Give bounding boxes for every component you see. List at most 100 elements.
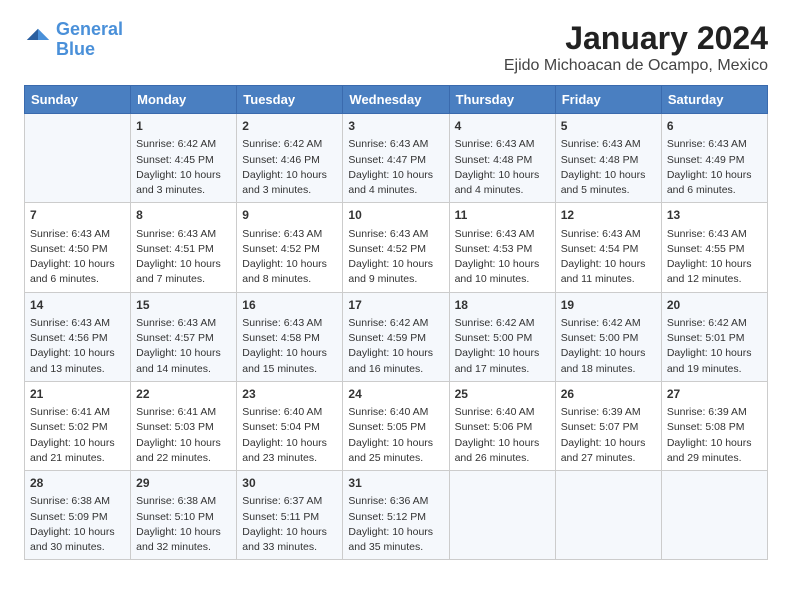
day-cell: 4Sunrise: 6:43 AM Sunset: 4:48 PM Daylig… <box>449 114 555 203</box>
day-number: 19 <box>561 297 656 314</box>
day-number: 25 <box>455 386 550 403</box>
day-cell: 15 Sunrise: 6:43 AM Sunset: 4:57 PM Dayli… <box>131 292 237 381</box>
day-cell: 1Sunrise: 6:42 AM Sunset: 4:45 PM Daylig… <box>131 114 237 203</box>
day-cell: 28 Sunrise: 6:38 AM Sunset: 5:09 PM Dayli… <box>25 471 131 560</box>
day-number: 10 <box>348 207 443 224</box>
day-cell: 14 Sunrise: 6:43 AM Sunset: 4:56 PM Dayli… <box>25 292 131 381</box>
day-cell: 3 Sunrise: 6:43 AM Sunset: 4:47 PM Daylig… <box>343 114 449 203</box>
day-number: 20 <box>667 297 762 314</box>
day-number: 28 <box>30 475 125 492</box>
day-cell: 18 Sunrise: 6:42 AM Sunset: 5:00 PM Dayli… <box>449 292 555 381</box>
day-number: 5 <box>561 118 656 135</box>
day-cell: 16 Sunrise: 6:43 AM Sunset: 4:58 PM Dayli… <box>237 292 343 381</box>
day-info: Sunrise: 6:43 AM Sunset: 4:50 PM Dayligh… <box>30 227 125 288</box>
day-info: Sunrise: 6:37 AM Sunset: 5:11 PM Dayligh… <box>242 494 337 555</box>
day-cell: 7 Sunrise: 6:43 AM Sunset: 4:50 PM Daylig… <box>25 203 131 292</box>
header-thursday: Thursday <box>449 86 555 114</box>
day-info: Sunrise: 6:43 AM Sunset: 4:57 PM Dayligh… <box>136 316 231 377</box>
week-row-3: 14 Sunrise: 6:43 AM Sunset: 4:56 PM Dayli… <box>25 292 768 381</box>
day-info: Sunrise: 6:43 AM Sunset: 4:56 PM Dayligh… <box>30 316 125 377</box>
day-number: 18 <box>455 297 550 314</box>
header-wednesday: Wednesday <box>343 86 449 114</box>
week-row-2: 7 Sunrise: 6:43 AM Sunset: 4:50 PM Daylig… <box>25 203 768 292</box>
day-cell: 13 Sunrise: 6:43 AM Sunset: 4:55 PM Dayli… <box>661 203 767 292</box>
day-cell: 17Sunrise: 6:42 AM Sunset: 4:59 PM Dayli… <box>343 292 449 381</box>
day-info: Sunrise: 6:43 AM Sunset: 4:52 PM Dayligh… <box>348 227 443 288</box>
day-number: 2 <box>242 118 337 135</box>
header-tuesday: Tuesday <box>237 86 343 114</box>
calendar-table: SundayMondayTuesdayWednesdayThursdayFrid… <box>24 85 768 560</box>
header-sunday: Sunday <box>25 86 131 114</box>
day-info: Sunrise: 6:43 AM Sunset: 4:47 PM Dayligh… <box>348 137 443 198</box>
week-row-1: 1Sunrise: 6:42 AM Sunset: 4:45 PM Daylig… <box>25 114 768 203</box>
day-info: Sunrise: 6:42 AM Sunset: 5:00 PM Dayligh… <box>455 316 550 377</box>
day-number: 7 <box>30 207 125 224</box>
day-number: 6 <box>667 118 762 135</box>
day-number: 13 <box>667 207 762 224</box>
day-cell: 2Sunrise: 6:42 AM Sunset: 4:46 PM Daylig… <box>237 114 343 203</box>
day-cell: 22 Sunrise: 6:41 AM Sunset: 5:03 PM Dayli… <box>131 381 237 470</box>
day-info: Sunrise: 6:43 AM Sunset: 4:49 PM Dayligh… <box>667 137 762 198</box>
day-info: Sunrise: 6:43 AM Sunset: 4:53 PM Dayligh… <box>455 227 550 288</box>
day-cell: 8Sunrise: 6:43 AM Sunset: 4:51 PM Daylig… <box>131 203 237 292</box>
day-cell <box>25 114 131 203</box>
logo-line1: General <box>56 19 123 39</box>
day-cell: 27 Sunrise: 6:39 AM Sunset: 5:08 PM Dayli… <box>661 381 767 470</box>
day-info: Sunrise: 6:36 AM Sunset: 5:12 PM Dayligh… <box>348 494 443 555</box>
day-info: Sunrise: 6:42 AM Sunset: 5:00 PM Dayligh… <box>561 316 656 377</box>
day-info: Sunrise: 6:40 AM Sunset: 5:06 PM Dayligh… <box>455 405 550 466</box>
day-number: 4 <box>455 118 550 135</box>
header-saturday: Saturday <box>661 86 767 114</box>
day-cell: 10 Sunrise: 6:43 AM Sunset: 4:52 PM Dayli… <box>343 203 449 292</box>
day-info: Sunrise: 6:43 AM Sunset: 4:48 PM Dayligh… <box>561 137 656 198</box>
day-cell <box>555 471 661 560</box>
day-cell: 6 Sunrise: 6:43 AM Sunset: 4:49 PM Daylig… <box>661 114 767 203</box>
day-info: Sunrise: 6:40 AM Sunset: 5:04 PM Dayligh… <box>242 405 337 466</box>
day-number: 21 <box>30 386 125 403</box>
day-number: 16 <box>242 297 337 314</box>
day-number: 22 <box>136 386 231 403</box>
day-cell: 20Sunrise: 6:42 AM Sunset: 5:01 PM Dayli… <box>661 292 767 381</box>
week-row-5: 28 Sunrise: 6:38 AM Sunset: 5:09 PM Dayli… <box>25 471 768 560</box>
day-cell: 9 Sunrise: 6:43 AM Sunset: 4:52 PM Daylig… <box>237 203 343 292</box>
day-number: 9 <box>242 207 337 224</box>
day-cell <box>449 471 555 560</box>
day-cell: 31 Sunrise: 6:36 AM Sunset: 5:12 PM Dayli… <box>343 471 449 560</box>
day-info: Sunrise: 6:38 AM Sunset: 5:09 PM Dayligh… <box>30 494 125 555</box>
day-number: 11 <box>455 207 550 224</box>
page-header: General Blue January 2024 Ejido Michoaca… <box>24 20 768 75</box>
day-info: Sunrise: 6:43 AM Sunset: 4:55 PM Dayligh… <box>667 227 762 288</box>
header-friday: Friday <box>555 86 661 114</box>
day-cell: 5 Sunrise: 6:43 AM Sunset: 4:48 PM Daylig… <box>555 114 661 203</box>
day-info: Sunrise: 6:43 AM Sunset: 4:52 PM Dayligh… <box>242 227 337 288</box>
day-cell: 30 Sunrise: 6:37 AM Sunset: 5:11 PM Dayli… <box>237 471 343 560</box>
day-info: Sunrise: 6:41 AM Sunset: 5:02 PM Dayligh… <box>30 405 125 466</box>
day-number: 24 <box>348 386 443 403</box>
day-info: Sunrise: 6:41 AM Sunset: 5:03 PM Dayligh… <box>136 405 231 466</box>
day-cell: 21 Sunrise: 6:41 AM Sunset: 5:02 PM Dayli… <box>25 381 131 470</box>
day-cell: 19 Sunrise: 6:42 AM Sunset: 5:00 PM Dayli… <box>555 292 661 381</box>
day-info: Sunrise: 6:43 AM Sunset: 4:54 PM Dayligh… <box>561 227 656 288</box>
header-row: SundayMondayTuesdayWednesdayThursdayFrid… <box>25 86 768 114</box>
day-info: Sunrise: 6:38 AM Sunset: 5:10 PM Dayligh… <box>136 494 231 555</box>
day-cell <box>661 471 767 560</box>
day-cell: 26Sunrise: 6:39 AM Sunset: 5:07 PM Dayli… <box>555 381 661 470</box>
day-cell: 24 Sunrise: 6:40 AM Sunset: 5:05 PM Dayli… <box>343 381 449 470</box>
calendar-subtitle: Ejido Michoacan de Ocampo, Mexico <box>504 57 768 75</box>
day-number: 12 <box>561 207 656 224</box>
day-number: 30 <box>242 475 337 492</box>
logo: General Blue <box>24 20 123 60</box>
day-number: 23 <box>242 386 337 403</box>
day-cell: 29 Sunrise: 6:38 AM Sunset: 5:10 PM Dayli… <box>131 471 237 560</box>
day-info: Sunrise: 6:43 AM Sunset: 4:51 PM Dayligh… <box>136 227 231 288</box>
day-info: Sunrise: 6:43 AM Sunset: 4:58 PM Dayligh… <box>242 316 337 377</box>
header-monday: Monday <box>131 86 237 114</box>
day-number: 3 <box>348 118 443 135</box>
day-number: 27 <box>667 386 762 403</box>
day-info: Sunrise: 6:39 AM Sunset: 5:08 PM Dayligh… <box>667 405 762 466</box>
day-number: 15 <box>136 297 231 314</box>
day-number: 14 <box>30 297 125 314</box>
day-info: Sunrise: 6:40 AM Sunset: 5:05 PM Dayligh… <box>348 405 443 466</box>
day-number: 31 <box>348 475 443 492</box>
day-number: 29 <box>136 475 231 492</box>
